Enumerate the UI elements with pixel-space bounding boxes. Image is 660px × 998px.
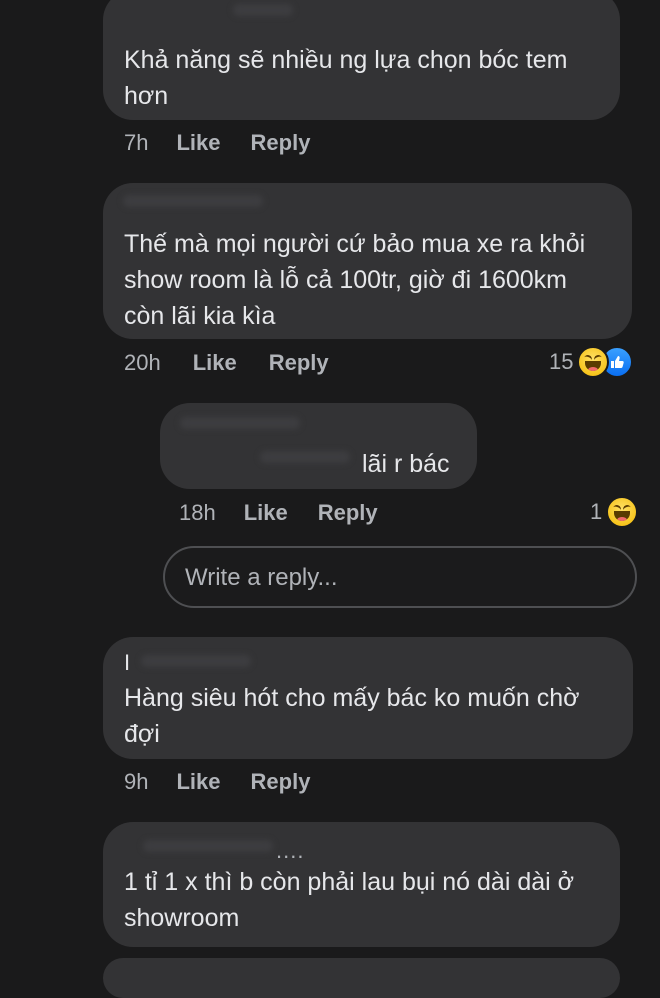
- comment-author-suffix: ....: [276, 838, 305, 863]
- author-name-blurred: [233, 4, 293, 16]
- reply-button[interactable]: Reply: [251, 130, 311, 156]
- haha-icon: [606, 496, 639, 528]
- like-button[interactable]: Like: [244, 500, 288, 526]
- author-name-blurred: [260, 451, 350, 463]
- comment-meta: 9h Like Reply: [124, 767, 310, 797]
- like-button[interactable]: Like: [193, 350, 237, 376]
- comment-bubble-partial: [103, 958, 620, 998]
- reaction-summary[interactable]: 1: [590, 496, 639, 528]
- reply-input[interactable]: [183, 548, 617, 608]
- reply-button[interactable]: Reply: [269, 350, 329, 376]
- comment-author-initial: I: [124, 650, 131, 675]
- comment-time: 20h: [124, 350, 161, 375]
- reply-meta: 18h Like Reply: [179, 498, 378, 528]
- reply-text: lãi r bác: [362, 450, 450, 478]
- comment-meta: 20h Like Reply: [124, 348, 329, 378]
- comment-time: 9h: [124, 769, 149, 794]
- reply-button[interactable]: Reply: [251, 769, 311, 795]
- author-name-blurred: [141, 655, 251, 667]
- like-button[interactable]: Like: [176, 130, 220, 156]
- reply-time: 18h: [179, 500, 216, 525]
- like-button[interactable]: Like: [176, 769, 220, 795]
- comment-text: 1 tỉ 1 x thì b còn phải lau bụi nó dài d…: [124, 868, 575, 932]
- comment-text: Hàng siêu hót cho mấy bác ko muốn chờ đợ…: [124, 684, 580, 748]
- write-reply-box[interactable]: [163, 546, 637, 608]
- comment-time: 7h: [124, 130, 149, 155]
- author-name-blurred: [123, 195, 263, 207]
- reply-button[interactable]: Reply: [318, 500, 378, 526]
- comment-meta: 7h Like Reply: [124, 128, 310, 158]
- reaction-summary[interactable]: 15: [549, 346, 634, 378]
- reaction-count: 1: [590, 499, 603, 524]
- comment-text: Thế mà mọi người cứ bảo mua xe ra khỏi s…: [124, 230, 586, 330]
- reaction-count: 15: [549, 349, 574, 374]
- author-name-blurred: [180, 417, 300, 429]
- comment-text: Khả năng sẽ nhiều ng lựa chọn bóc tem hơ…: [124, 46, 568, 110]
- author-name-blurred: [143, 840, 273, 852]
